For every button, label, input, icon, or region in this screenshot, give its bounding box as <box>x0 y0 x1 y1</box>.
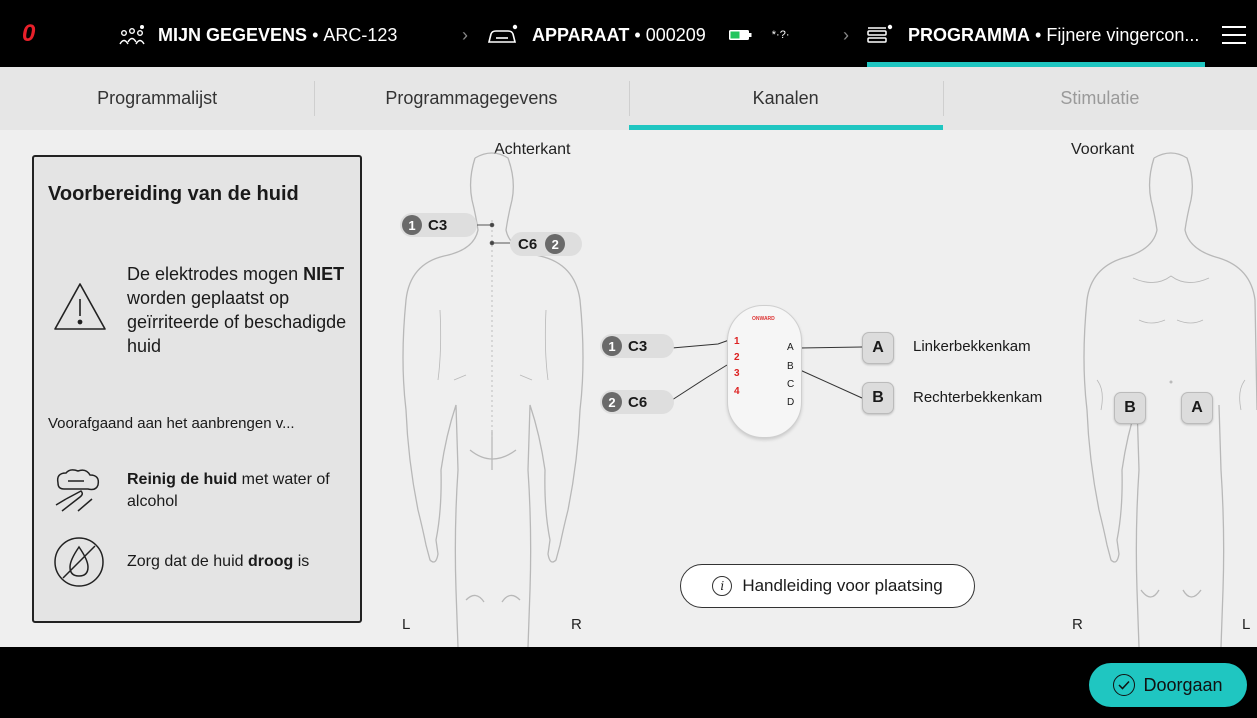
breadcrumb-separator: › <box>843 25 849 45</box>
back-right-marker: R <box>571 616 582 633</box>
breadcrumb-dot: • <box>312 24 319 45</box>
input-channel-1: 1 C3 <box>600 334 674 358</box>
device-port-1: 1 <box>734 336 740 347</box>
skin-preparation-panel: Voorbereiding van de huid De elektrodes … <box>32 155 362 623</box>
top-bar: 0 MIJN GEGEVENS • ARC-123 › APPARAAT • 0… <box>0 0 1257 67</box>
input-channel-2: 2 C6 <box>600 390 674 414</box>
warning-icon <box>54 283 106 330</box>
tab-bar: Programmalijst Programmagegevens Kanalen… <box>0 67 1257 130</box>
output-pad-b: B <box>862 382 894 414</box>
tab-programmagegevens[interactable]: Programmagegevens <box>314 67 628 130</box>
electrode-code: C6 <box>518 235 538 253</box>
app-logo: 0 <box>22 20 36 47</box>
footer-bar <box>0 647 1257 718</box>
device-port-2: 2 <box>734 352 740 363</box>
channel-number: 1 <box>602 336 622 356</box>
device-port-a: A <box>787 342 794 353</box>
panel-title: Voorbereiding van de huid <box>48 183 299 205</box>
tab-stimulatie: Stimulatie <box>942 67 1257 130</box>
front-pad-b: B <box>1114 392 1146 424</box>
continue-button[interactable]: Doorgaan <box>1089 663 1247 707</box>
stimulator-device: ONWARD 1 2 3 4 A B C D <box>727 305 802 438</box>
front-left-marker: L <box>1242 616 1251 633</box>
no-water-icon <box>54 537 104 587</box>
front-pad-a: A <box>1181 392 1213 424</box>
device-brand: ONWARD <box>752 316 775 322</box>
warning-text: De elektrodes mogen NIET worden geplaats… <box>127 264 347 356</box>
bluetooth-icon: *·?· <box>771 29 790 41</box>
device-port-c: C <box>787 379 795 390</box>
program-label: PROGRAMMA <box>908 24 1030 45</box>
continue-label: Doorgaan <box>1143 674 1223 695</box>
electrode-number: 2 <box>545 234 566 254</box>
program-list-icon <box>867 24 893 43</box>
electrode-code: C3 <box>428 216 448 234</box>
placement-guide-button[interactable]: i Handleiding voor plaatsing <box>680 564 975 608</box>
device-label: APPARAAT <box>532 24 630 45</box>
device-port-3: 3 <box>734 368 740 379</box>
cleaning-hand-icon <box>55 469 100 512</box>
people-icon <box>119 25 145 45</box>
back-electrode-1: 1 C3 <box>400 213 477 237</box>
placement-guide-label: Handleiding voor plaatsing <box>742 576 943 595</box>
output-name-b: Rechterbekkenkam <box>913 389 1043 406</box>
channel-number: 2 <box>602 392 622 412</box>
channel-code: C6 <box>628 393 648 411</box>
device-port-d: D <box>787 397 795 408</box>
electrode-number: 1 <box>402 215 422 235</box>
checkmark-icon <box>1113 674 1136 696</box>
clean-skin-text: Reinig de huid met water of alcohol <box>127 471 330 510</box>
back-left-marker: L <box>402 616 411 633</box>
my-data-value: ARC-123 <box>323 24 398 45</box>
info-icon: i <box>712 576 733 596</box>
breadcrumb-dot: • <box>1035 24 1042 45</box>
my-data-label: MIJN GEGEVENS <box>158 24 308 45</box>
preparation-intro: Voorafgaand aan het aanbrengen v... <box>48 415 295 432</box>
output-pad-a: A <box>862 332 894 364</box>
device-value: 000209 <box>645 24 706 45</box>
tab-kanalen[interactable]: Kanalen <box>628 67 944 130</box>
breadcrumb-dot: • <box>634 24 641 45</box>
front-right-marker: R <box>1072 616 1083 633</box>
breadcrumb-my-data[interactable]: MIJN GEGEVENS • ARC-123 <box>118 22 397 48</box>
dry-skin-text: Zorg dat de huid droog is <box>127 553 310 570</box>
breadcrumb-separator: › <box>462 25 468 45</box>
back-electrode-2: C6 2 <box>510 232 582 256</box>
breadcrumb-device[interactable]: APPARAAT • 000209 *·?· <box>486 22 790 48</box>
tab-programmalijst[interactable]: Programmalijst <box>0 67 314 130</box>
battery-icon <box>728 30 752 40</box>
front-body-illustration <box>1083 152 1257 647</box>
program-value: Fijnere vingercon... <box>1046 24 1200 45</box>
device-port-4: 4 <box>734 386 740 397</box>
output-name-a: Linkerbekkenkam <box>913 338 1031 355</box>
device-port-b: B <box>787 361 794 372</box>
channel-code: C3 <box>628 337 648 355</box>
device-icon <box>487 24 518 43</box>
menu-icon[interactable] <box>1222 26 1246 44</box>
breadcrumb-program[interactable]: PROGRAMMA • Fijnere vingercon... <box>866 22 1199 48</box>
